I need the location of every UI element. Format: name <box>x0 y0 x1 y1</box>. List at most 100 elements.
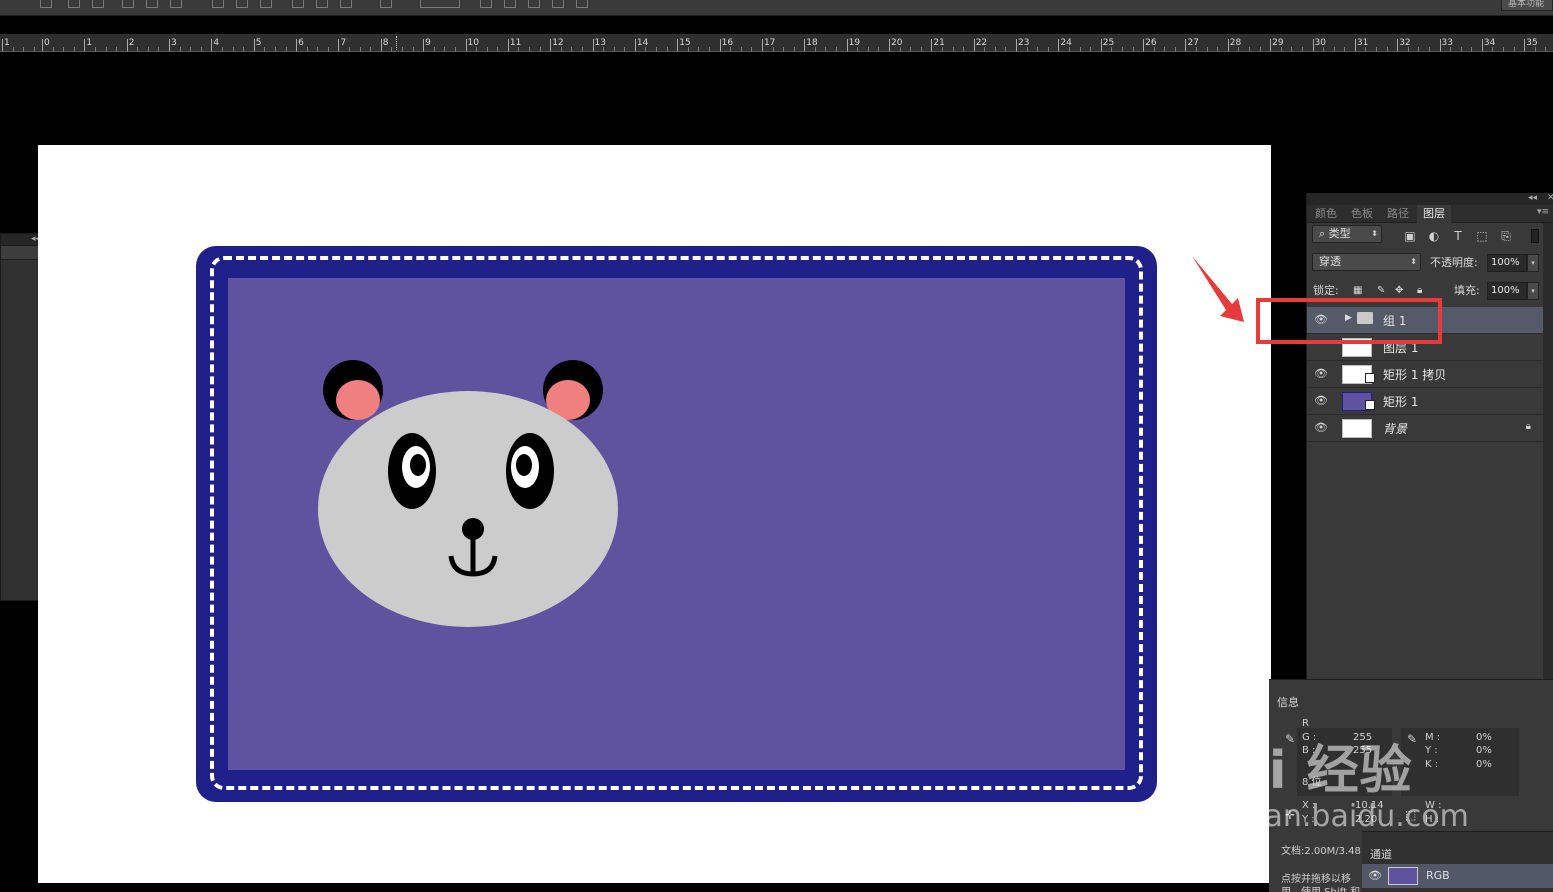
collapse-icon[interactable]: ◂◂ <box>1528 193 1537 203</box>
ruler-minor-tick <box>274 47 276 51</box>
layer-row-rect-1[interactable]: 👁︎ 矩形 1 <box>1307 388 1543 415</box>
opacity-input[interactable]: 100% <box>1487 254 1527 272</box>
filter-toggle-switch[interactable] <box>1531 229 1539 243</box>
ruler-minor-tick <box>952 47 954 51</box>
ruler-tick-label: 3 <box>171 38 177 48</box>
left-pupil <box>410 454 426 476</box>
ruler-minor-tick <box>656 47 658 51</box>
opacity-slider-button[interactable]: ▾ <box>1527 254 1539 272</box>
ruler-tick-label: 34 <box>1483 38 1496 48</box>
ruler-tick-label: 13 <box>594 38 606 48</box>
fill-input[interactable]: 100% <box>1487 282 1527 300</box>
distribute-vcenter-icon[interactable] <box>236 0 248 8</box>
tab-layers[interactable]: 图层 <box>1417 205 1451 223</box>
visibility-eye-icon[interactable]: 👁︎ <box>1313 367 1329 381</box>
ruler-minor-tick <box>1376 47 1378 51</box>
align-bottom-icon[interactable] <box>92 0 104 8</box>
ruler-minor-tick <box>12 47 14 51</box>
ruler-minor-tick <box>994 47 996 51</box>
m-value: 0% <box>1476 732 1492 743</box>
chevron-updown-icon: ⬍ <box>1410 257 1417 266</box>
layers-scrollbar[interactable] <box>1543 223 1553 698</box>
ruler-minor-tick <box>476 47 478 51</box>
ruler-major-tick <box>592 39 594 51</box>
ruler-minor-tick <box>232 47 234 51</box>
workspace-button[interactable]: 基本功能 <box>1501 0 1553 11</box>
ruler-cursor-marker <box>396 36 397 50</box>
visibility-eye-icon[interactable]: 👁︎ <box>1313 394 1329 408</box>
ruler-minor-tick <box>200 47 202 51</box>
align-left-icon[interactable] <box>122 0 134 8</box>
align-right-icon[interactable] <box>170 0 182 8</box>
blend-mode-value: 穿透 <box>1319 255 1341 268</box>
filter-shape-icon[interactable]: ⬚ <box>1475 229 1489 243</box>
channel-row-rgb[interactable]: 👁︎ RGB <box>1362 864 1553 888</box>
ruler-minor-tick <box>1344 47 1346 51</box>
ruler-minor-tick <box>963 47 965 51</box>
layer-row-background[interactable]: 👁︎ 背景 🔒︎ <box>1307 415 1543 442</box>
3d-scale-icon[interactable] <box>576 0 588 8</box>
ruler-minor-tick <box>1333 47 1335 51</box>
ruler-minor-tick <box>836 47 838 51</box>
ruler-major-tick <box>804 39 806 51</box>
distribute-hcenter-icon[interactable] <box>316 0 328 8</box>
filter-adjustment-icon[interactable]: ◐ <box>1427 229 1441 243</box>
ruler-tick-label: 9 <box>425 38 431 48</box>
3d-pan-icon[interactable] <box>528 0 540 8</box>
align-hcenter-icon[interactable] <box>146 0 158 8</box>
shape-layer-badge-icon <box>1365 373 1375 383</box>
ruler-tick-label: 7 <box>340 38 347 48</box>
ruler-minor-tick <box>772 47 774 51</box>
ruler-major-tick <box>169 39 171 51</box>
distribute-bottom-icon[interactable] <box>260 0 272 8</box>
filter-kind-dropdown[interactable]: ⌕ 类型 ⬍ <box>1312 225 1382 243</box>
ruler-tick-label: 26 <box>1145 38 1157 48</box>
visibility-eye-icon[interactable]: 👁︎ <box>1313 421 1329 435</box>
ruler-minor-tick <box>158 47 160 51</box>
auto-align-icon[interactable] <box>380 0 392 8</box>
layer-filter-row: ⌕ 类型 ⬍ ▣ ◐ T ⬚ ⎘ <box>1307 225 1553 251</box>
distribute-left-icon[interactable] <box>292 0 304 8</box>
filter-type-icon[interactable]: T <box>1451 229 1465 243</box>
3d-rotate-icon[interactable] <box>480 0 492 8</box>
distribute-right-icon[interactable] <box>340 0 352 8</box>
visibility-eye-icon[interactable]: 👁︎ <box>1368 869 1382 882</box>
channel-name: RGB <box>1426 869 1450 882</box>
ruler-major-tick <box>889 39 890 51</box>
tab-swatches[interactable]: 色板 <box>1345 205 1379 223</box>
ruler-minor-tick <box>1323 47 1325 51</box>
3d-roll-icon[interactable] <box>504 0 516 8</box>
blend-mode-dropdown[interactable]: 穿透 ⬍ <box>1312 253 1421 271</box>
search-icon: ⌕ <box>1319 227 1326 240</box>
ruler-minor-tick <box>666 47 668 51</box>
ruler-tick-label: 32 <box>1399 38 1411 48</box>
ruler-major-tick <box>296 39 298 51</box>
align-top-icon[interactable] <box>40 0 52 8</box>
ruler-minor-tick <box>751 47 753 51</box>
channel-thumbnail <box>1388 867 1418 885</box>
ruler-minor-tick <box>1365 47 1367 51</box>
filter-kind-value: 类型 <box>1328 227 1351 240</box>
horizontal-ruler[interactable]: 1 0 1 2 3 4 5 6 7 8 9 10 11 12 13 14 15 16 17 18 19 20 21 22 23 2… <box>0 34 1553 52</box>
align-vcenter-icon[interactable] <box>68 0 80 8</box>
ruler-minor-tick <box>391 47 393 51</box>
panel-dock-strip[interactable]: ◂◂ ✕ <box>1307 193 1553 205</box>
filter-pixel-icon[interactable]: ▣ <box>1403 229 1417 243</box>
layer-row-rect-copy[interactable]: 👁︎ 矩形 1 拷贝 <box>1307 361 1543 388</box>
ruler-minor-tick <box>433 47 435 51</box>
ruler-minor-tick <box>984 47 986 51</box>
ruler-major-tick <box>1524 39 1526 51</box>
distribute-top-icon[interactable] <box>212 0 224 8</box>
ruler-minor-tick <box>454 47 456 51</box>
ruler-minor-tick <box>33 47 35 51</box>
ruler-minor-tick <box>867 47 869 51</box>
close-icon[interactable]: ✕ <box>1547 193 1553 203</box>
fill-slider-button[interactable]: ▾ <box>1527 282 1539 300</box>
ruler-minor-tick <box>539 47 541 51</box>
tab-paths[interactable]: 路径 <box>1381 205 1415 223</box>
panel-menu-icon[interactable]: ▾≡ <box>1537 207 1549 217</box>
tab-color[interactable]: 颜色 <box>1309 205 1343 223</box>
3d-slide-icon[interactable] <box>552 0 564 8</box>
ruler-major-tick <box>1100 39 1102 51</box>
filter-smartobject-icon[interactable]: ⎘ <box>1499 229 1513 243</box>
